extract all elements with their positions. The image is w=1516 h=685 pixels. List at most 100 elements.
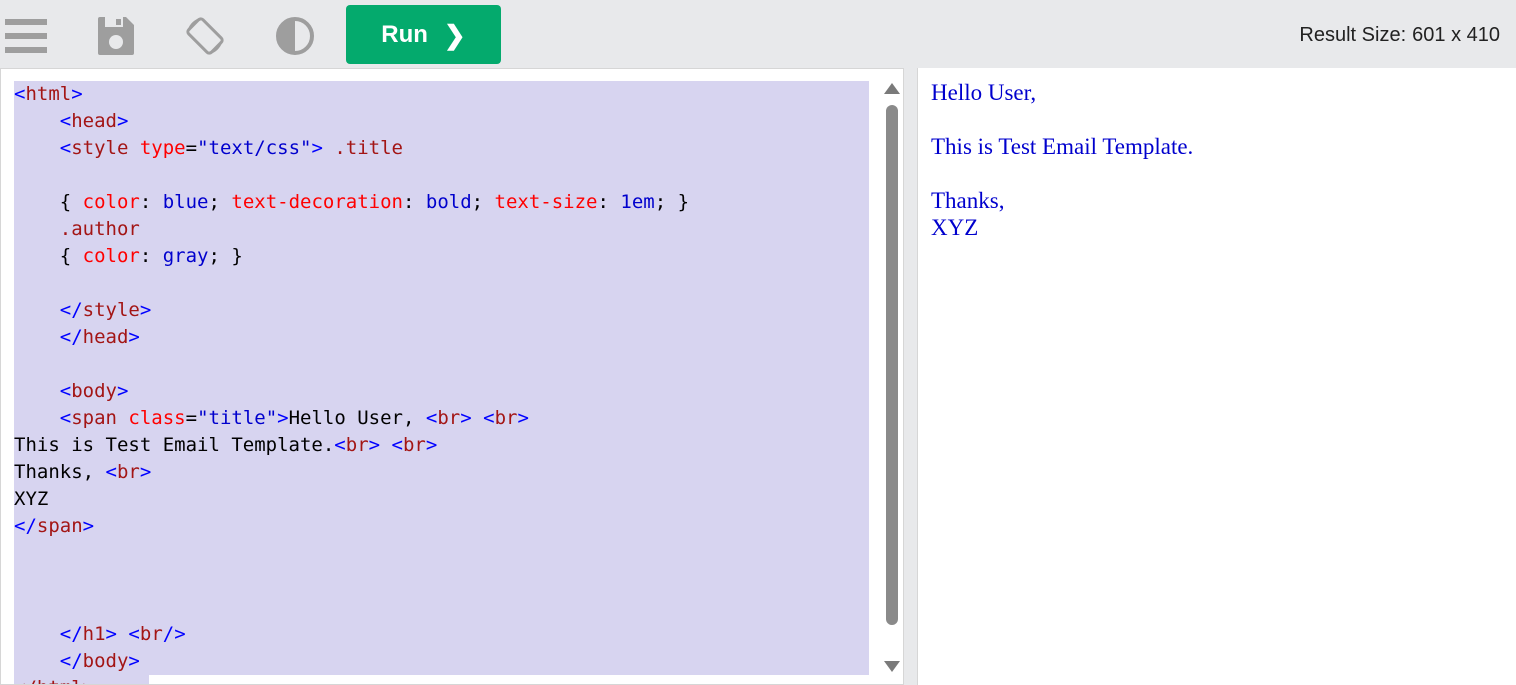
toolbar: Run ❯ Result Size: 601 x 410 bbox=[0, 0, 1516, 68]
scroll-thumb[interactable] bbox=[886, 105, 898, 625]
code-token: br bbox=[402, 434, 426, 456]
code-line: </style> bbox=[14, 297, 869, 324]
code-token: > bbox=[116, 110, 129, 132]
result-body: This is Test Email Template. bbox=[931, 134, 1194, 159]
menu-icon[interactable] bbox=[3, 14, 47, 58]
code-line bbox=[14, 540, 869, 567]
result-size-label: Result Size: bbox=[1299, 24, 1407, 46]
code-token: /> bbox=[162, 623, 186, 645]
code-token: </ bbox=[59, 326, 83, 348]
result-greeting: Hello User, bbox=[931, 80, 1037, 105]
code-token: type bbox=[139, 137, 186, 159]
code-token: span bbox=[71, 407, 129, 429]
code-token: > bbox=[277, 407, 289, 429]
code-token: : bbox=[139, 245, 163, 267]
code-token: text-decoration bbox=[231, 191, 403, 213]
code-token: = bbox=[185, 137, 198, 159]
code-token: body bbox=[71, 380, 117, 402]
code-line: <html> bbox=[14, 81, 869, 108]
code-token: ; } bbox=[654, 191, 690, 213]
code-line: XYZ bbox=[14, 486, 869, 513]
code-token: ; bbox=[208, 191, 232, 213]
code-token: bold bbox=[425, 191, 472, 213]
code-token: br bbox=[139, 623, 163, 645]
code-token: < bbox=[425, 407, 438, 429]
code-token: style bbox=[71, 137, 140, 159]
code-token: > bbox=[128, 650, 140, 672]
code-token: style bbox=[82, 299, 140, 321]
code-token: Thanks, bbox=[14, 461, 106, 483]
result-name: XYZ bbox=[931, 215, 979, 240]
code-line bbox=[14, 351, 869, 378]
rotate-icon[interactable] bbox=[183, 14, 227, 58]
result-size: Result Size: 601 x 410 bbox=[1299, 24, 1500, 47]
result-size-value: 601 x 410 bbox=[1412, 24, 1500, 46]
result-content: Hello User, This is Test Email Template.… bbox=[931, 79, 1193, 241]
code-line: This is Test Email Template.<br> <br> bbox=[14, 432, 869, 459]
code-token: > bbox=[116, 380, 129, 402]
code-token: body bbox=[82, 650, 129, 672]
scroll-down-icon[interactable] bbox=[884, 661, 900, 672]
code-token: > < bbox=[105, 623, 140, 645]
code-token: br bbox=[116, 461, 140, 483]
code-token: </ bbox=[59, 650, 83, 672]
code-line: </body> bbox=[14, 648, 869, 675]
code-token: > bbox=[425, 434, 438, 456]
code-line: </h1> <br/> bbox=[14, 621, 869, 648]
code-editor[interactable]: <html> <head> <style type="text/css"> .t… bbox=[0, 68, 904, 685]
code-token: ; } bbox=[208, 245, 243, 267]
code-token: text-size bbox=[494, 191, 598, 213]
result-panel: Hello User, This is Test Email Template.… bbox=[917, 68, 1516, 685]
chevron-right-icon: ❯ bbox=[443, 19, 466, 50]
contrast-icon[interactable] bbox=[273, 14, 317, 58]
code-token: class bbox=[128, 407, 186, 429]
code-token: < bbox=[59, 110, 72, 132]
code-line bbox=[14, 567, 869, 594]
code-token: > bbox=[128, 326, 140, 348]
code-token: : bbox=[402, 191, 426, 213]
save-icon[interactable] bbox=[94, 14, 138, 58]
code-token: br bbox=[494, 407, 518, 429]
code-token: ; bbox=[471, 191, 495, 213]
code-token: > bbox=[82, 515, 95, 537]
code-token: h1 bbox=[82, 623, 106, 645]
code-token: color bbox=[82, 245, 140, 267]
code-token: > bbox=[71, 83, 83, 105]
code-token: br bbox=[437, 407, 461, 429]
code-token: < bbox=[14, 83, 26, 105]
scroll-up-icon[interactable] bbox=[884, 83, 900, 94]
run-button[interactable]: Run ❯ bbox=[346, 5, 501, 64]
code-token: < bbox=[59, 380, 72, 402]
code-token: .author bbox=[59, 218, 140, 240]
code-token: < bbox=[59, 137, 72, 159]
code-line: <head> bbox=[14, 108, 869, 135]
code-line: Thanks, <br> bbox=[14, 459, 869, 486]
code-token: < bbox=[59, 407, 72, 429]
code-token: gray bbox=[162, 245, 209, 267]
code-token: : bbox=[597, 191, 621, 213]
code-line: </span> bbox=[14, 513, 869, 540]
code-line bbox=[14, 270, 869, 297]
code-token: </ bbox=[59, 299, 83, 321]
code-line: { color: gray; } bbox=[14, 243, 869, 270]
code-token: head bbox=[82, 326, 129, 348]
code-token: br bbox=[345, 434, 369, 456]
code-token: > bbox=[139, 299, 152, 321]
code-text[interactable]: <html> <head> <style type="text/css"> .t… bbox=[14, 81, 869, 675]
code-token: </ bbox=[14, 515, 37, 537]
code-token: < bbox=[334, 434, 346, 456]
editor-scrollbar[interactable] bbox=[881, 75, 903, 675]
code-line-partial: </html> bbox=[14, 675, 149, 684]
code-token: = bbox=[185, 407, 198, 429]
